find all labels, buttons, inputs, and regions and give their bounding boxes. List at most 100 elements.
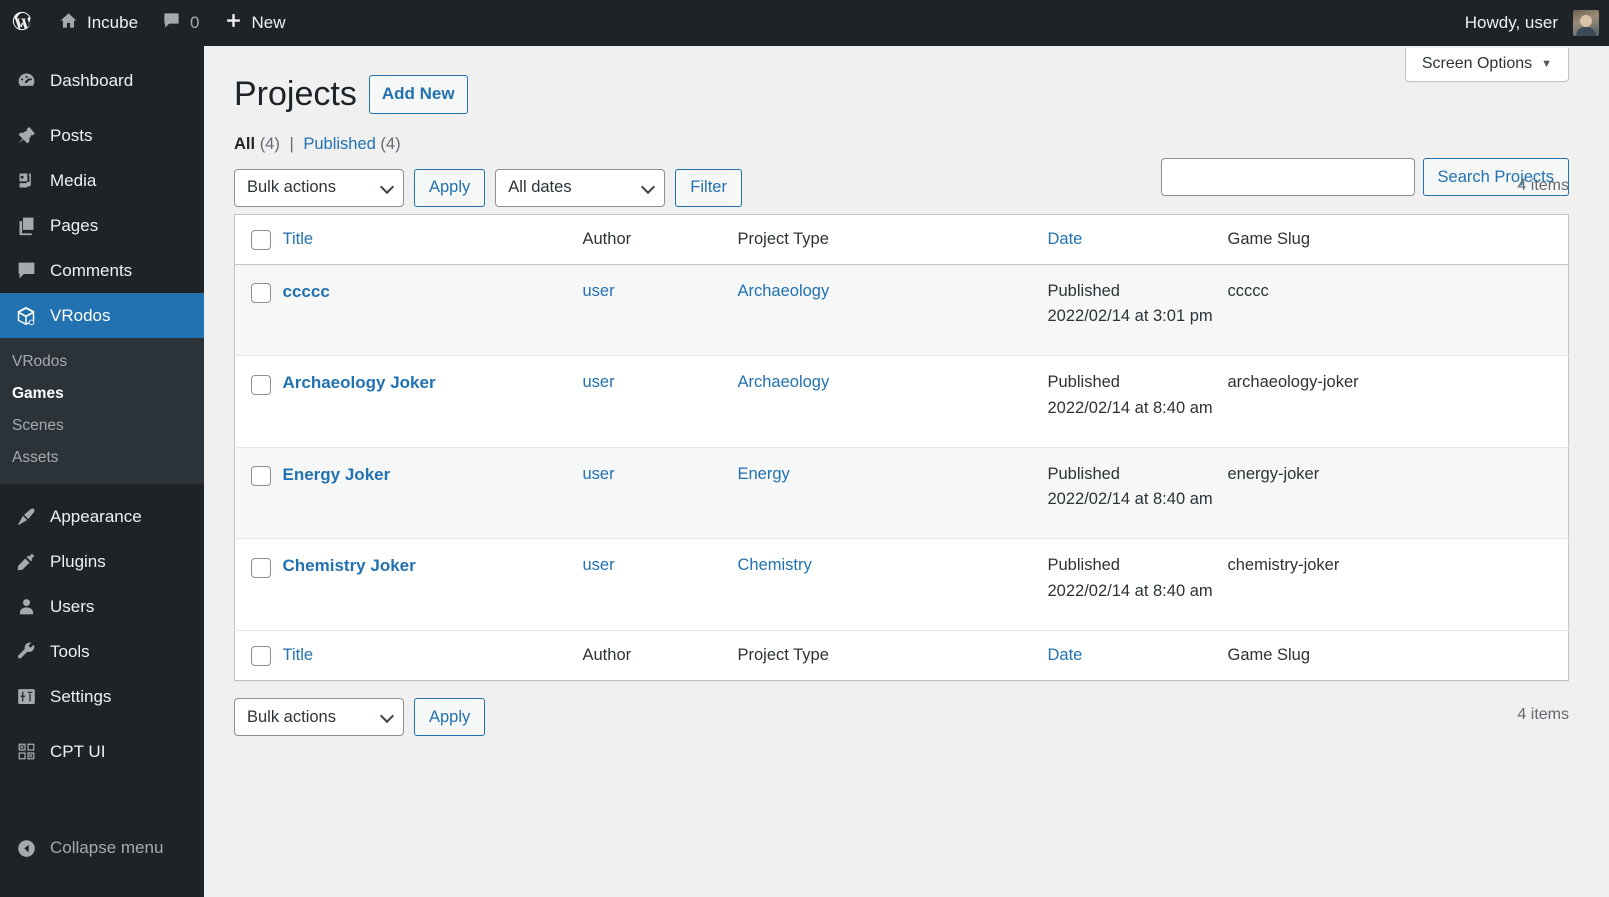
- bulk-actions-select-bottom[interactable]: Bulk actions: [234, 698, 404, 737]
- row-checkbox[interactable]: [251, 557, 271, 578]
- sidebar-item-comments[interactable]: Comments: [0, 248, 204, 293]
- row-title-cell: ccccc: [283, 264, 583, 356]
- select-all-checkbox-bottom[interactable]: [251, 646, 271, 667]
- pin-icon: [12, 122, 40, 150]
- sidebar-item-cpt-ui[interactable]: CPT UI: [0, 729, 204, 774]
- cpt-ui-grid-icon: [12, 738, 40, 766]
- sidebar-item-pages[interactable]: Pages: [0, 203, 204, 248]
- sort-date-link-bottom[interactable]: Date: [1048, 646, 1083, 664]
- sidebar-item-posts[interactable]: Posts: [0, 113, 204, 158]
- sidebar-item-plugins[interactable]: Plugins: [0, 539, 204, 584]
- column-footer-game-slug-label: Game Slug: [1227, 646, 1311, 665]
- table-row: Energy Joker user Energy Published 2022/…: [234, 447, 1569, 539]
- row-project-type-link[interactable]: Chemistry: [738, 556, 812, 574]
- row-project-type-link[interactable]: Energy: [738, 465, 790, 483]
- row-author-link[interactable]: user: [583, 282, 615, 300]
- projects-table: Title Author Project Type Date Game Slug…: [234, 213, 1569, 682]
- row-date-cell: Published 2022/02/14 at 8:40 am: [1048, 539, 1228, 631]
- date-filter-select[interactable]: All dates: [495, 168, 666, 207]
- column-footer-author: Author: [582, 630, 738, 681]
- row-author-link[interactable]: user: [583, 373, 615, 391]
- table-foot: Title Author Project Type Date Game Slug: [234, 630, 1569, 681]
- row-date-value: 2022/02/14 at 8:40 am: [1047, 490, 1213, 509]
- row-title-link[interactable]: Archaeology Joker: [283, 373, 436, 392]
- sidebar-submenu-item-scenes[interactable]: Scenes: [0, 410, 204, 442]
- filter-link-all[interactable]: All: [234, 135, 255, 153]
- sidebar-item-appearance[interactable]: Appearance: [0, 494, 204, 539]
- row-project-type-cell: Archaeology: [738, 356, 1048, 448]
- sidebar-item-vrodos[interactable]: VRodos: [0, 293, 212, 338]
- row-author-link[interactable]: user: [583, 556, 615, 574]
- row-project-type-link[interactable]: Archaeology: [738, 373, 830, 391]
- sidebar-item-dashboard[interactable]: Dashboard: [0, 58, 204, 103]
- column-header-project-type-label: Project Type: [737, 229, 829, 248]
- bulk-actions-value-top: Bulk actions: [247, 178, 336, 197]
- avatar[interactable]: [1573, 10, 1599, 36]
- row-title-link[interactable]: Energy Joker: [283, 465, 391, 484]
- row-date-value: 2022/02/14 at 8:40 am: [1047, 398, 1213, 417]
- table-row: Archaeology Joker user Archaeology Publi…: [234, 356, 1569, 448]
- row-checkbox[interactable]: [251, 282, 271, 303]
- bulk-actions-select-top[interactable]: Bulk actions: [234, 168, 404, 207]
- apply-button-bottom[interactable]: Apply: [414, 698, 486, 737]
- filter-count-all: (4): [259, 134, 280, 153]
- table-header-row: Title Author Project Type Date Game Slug: [234, 214, 1569, 265]
- filter-button[interactable]: Filter: [675, 168, 742, 207]
- site-name-label: Incube: [87, 13, 139, 32]
- plug-icon: [12, 548, 40, 576]
- row-checkbox-cell: [235, 356, 283, 448]
- wordpress-logo-button[interactable]: [0, 0, 47, 46]
- new-content-label: New: [251, 13, 286, 32]
- site-name-button[interactable]: Incube: [47, 0, 150, 46]
- row-title-cell: Archaeology Joker: [283, 356, 583, 448]
- sidebar-item-users[interactable]: Users: [0, 584, 204, 629]
- column-footer-title[interactable]: Title: [282, 630, 583, 681]
- main-content: Screen Options ▼ Search Projects Project…: [204, 46, 1609, 897]
- select-all-checkbox-top[interactable]: [251, 229, 271, 250]
- row-project-type-cell: Energy: [738, 447, 1048, 539]
- row-date-status: Published: [1047, 556, 1120, 575]
- page-title: Projects: [234, 75, 357, 113]
- row-checkbox[interactable]: [251, 466, 271, 487]
- sidebar-item-label: Pages: [50, 215, 99, 235]
- sidebar-submenu-item-assets[interactable]: Assets: [0, 442, 204, 474]
- sidebar-item-label: VRodos: [50, 305, 111, 325]
- bulk-actions-value-bottom: Bulk actions: [247, 707, 336, 726]
- select-all-footer: [234, 630, 283, 681]
- my-account-button[interactable]: Howdy, user: [1453, 0, 1564, 46]
- admin-bar-right: Howdy, user: [1453, 0, 1609, 46]
- sidebar-submenu-item-games[interactable]: Games: [0, 378, 204, 410]
- sidebar-item-media[interactable]: Media: [0, 158, 204, 203]
- comments-button[interactable]: 0: [150, 0, 211, 46]
- row-author-link[interactable]: user: [583, 465, 615, 483]
- column-footer-date[interactable]: Date: [1047, 630, 1228, 681]
- column-header-date[interactable]: Date: [1047, 214, 1228, 265]
- sort-date-link[interactable]: Date: [1048, 230, 1083, 248]
- row-title-link[interactable]: ccccc: [283, 282, 330, 301]
- screen-options-button[interactable]: Screen Options ▼: [1404, 48, 1569, 82]
- row-date-value: 2022/02/14 at 8:40 am: [1047, 582, 1213, 601]
- row-actions-spacer: [283, 305, 573, 341]
- apply-button-top[interactable]: Apply: [414, 168, 486, 207]
- sidebar-item-label: CPT UI: [50, 741, 106, 761]
- menu-separator: [0, 719, 204, 729]
- page-wrap: Projects Add New All (4) | Published (4)…: [204, 46, 1609, 737]
- row-checkbox[interactable]: [251, 374, 271, 395]
- filter-link-published[interactable]: Published: [303, 135, 375, 153]
- collapse-menu-button[interactable]: Collapse menu: [0, 827, 204, 869]
- sidebar-item-settings[interactable]: Settings: [0, 674, 204, 719]
- column-header-title[interactable]: Title: [282, 214, 583, 265]
- row-title-link[interactable]: Chemistry Joker: [283, 556, 416, 575]
- column-footer-project-type-label: Project Type: [737, 646, 829, 665]
- add-new-button[interactable]: Add New: [368, 75, 468, 114]
- row-actions-spacer: [283, 580, 573, 616]
- new-content-button[interactable]: New: [212, 0, 298, 46]
- plus-icon: [224, 11, 243, 35]
- sort-title-link-bottom[interactable]: Title: [283, 646, 314, 664]
- sidebar-submenu-item-vrodos[interactable]: VRodos: [0, 346, 204, 378]
- row-project-type-link[interactable]: Archaeology: [738, 282, 830, 300]
- sidebar-item-label: Posts: [50, 125, 93, 145]
- sidebar-item-tools[interactable]: Tools: [0, 629, 204, 674]
- sort-title-link[interactable]: Title: [283, 230, 314, 248]
- sliders-icon: [12, 683, 40, 711]
